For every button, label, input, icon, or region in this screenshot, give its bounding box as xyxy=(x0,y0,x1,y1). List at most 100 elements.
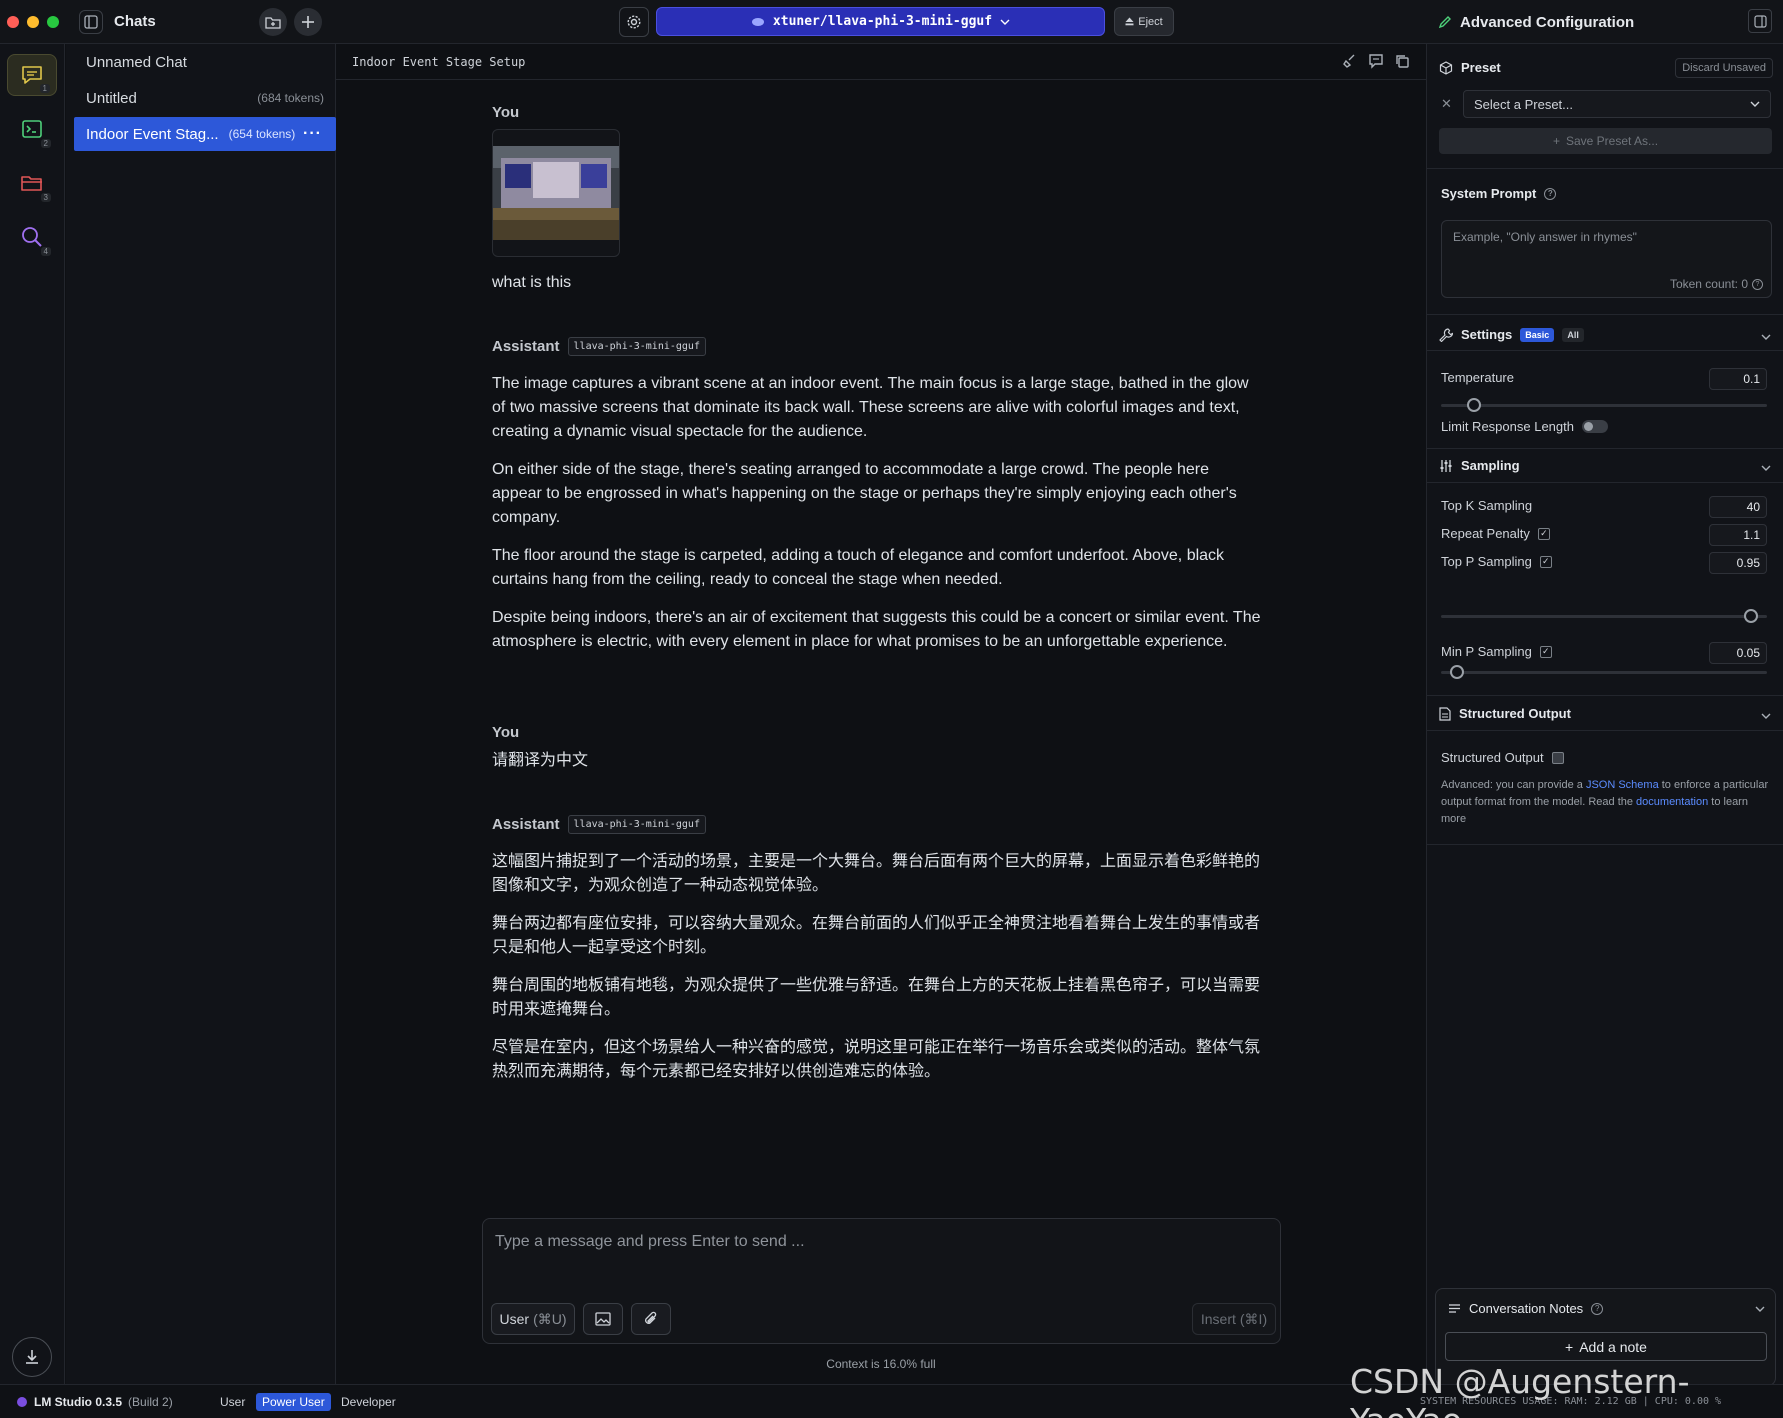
assistant-message: Assistant llava-phi-3-mini-gguf The imag… xyxy=(492,337,1262,654)
document-icon xyxy=(1439,706,1451,721)
topk-input[interactable]: 40 xyxy=(1709,496,1767,518)
chevron-down-icon[interactable] xyxy=(1755,1306,1765,1312)
preset-header: Preset xyxy=(1439,60,1501,75)
divider xyxy=(1427,448,1783,449)
limit-length-toggle[interactable] xyxy=(1581,420,1608,433)
structured-output-checkbox[interactable] xyxy=(1551,751,1564,764)
minp-input[interactable]: 0.05 xyxy=(1709,642,1767,664)
structured-output-header[interactable]: Structured Output xyxy=(1439,706,1571,721)
repeat-penalty-input[interactable]: 1.1 xyxy=(1709,524,1767,546)
chat-main: Indoor Event Stage Setup You what is thi… xyxy=(336,44,1426,1384)
help-icon[interactable]: ? xyxy=(1591,1302,1604,1315)
settings-basic-tab[interactable]: Basic xyxy=(1520,327,1555,342)
chevron-down-icon[interactable] xyxy=(1761,465,1771,471)
mode-developer[interactable]: Developer xyxy=(335,1393,402,1411)
slider-thumb[interactable] xyxy=(1743,609,1758,623)
repeat-penalty-checkbox[interactable]: ✓ xyxy=(1537,527,1550,540)
terminal-icon xyxy=(22,120,42,138)
topp-slider[interactable] xyxy=(1441,609,1767,623)
eject-button[interactable]: Eject xyxy=(1114,7,1174,36)
divider xyxy=(1427,482,1783,483)
json-schema-link[interactable]: JSON Schema xyxy=(1586,779,1659,791)
more-options-icon[interactable]: ··· xyxy=(303,125,322,143)
chat-list-item[interactable]: Untitled (684 tokens) xyxy=(74,81,336,115)
rail-search-button[interactable]: 4 xyxy=(7,216,57,258)
preset-select-value: Select a Preset... xyxy=(1474,96,1573,112)
message-paragraph: The image captures a vibrant scene at an… xyxy=(492,375,1249,440)
temperature-input[interactable]: 0.1 xyxy=(1709,368,1767,390)
system-prompt-header: System Prompt ? xyxy=(1441,186,1557,201)
structured-output-field-label: Structured Output xyxy=(1441,750,1544,765)
model-settings-button[interactable] xyxy=(619,7,649,37)
pencil-icon xyxy=(1438,16,1451,29)
settings-all-tab[interactable]: All xyxy=(1562,327,1584,342)
chat-title-heading[interactable]: Indoor Event Stage Setup xyxy=(352,55,525,69)
discard-unsaved-button[interactable]: Discard Unsaved xyxy=(1675,58,1773,78)
toggle-sidebar-button[interactable] xyxy=(79,10,103,34)
topk-label: Top K Sampling xyxy=(1441,498,1533,513)
save-preset-button[interactable]: + Save Preset As... xyxy=(1439,128,1772,154)
paperclip-icon xyxy=(645,1311,657,1324)
help-icon[interactable]: ? xyxy=(1752,278,1763,290)
minp-slider[interactable] xyxy=(1441,665,1767,679)
composer-placeholder[interactable]: Type a message and press Enter to send .… xyxy=(495,1233,805,1251)
copy-icon[interactable] xyxy=(1394,53,1410,69)
sampling-header[interactable]: Sampling xyxy=(1439,458,1520,473)
chats-title: Chats xyxy=(114,13,156,30)
advanced-config-title: Advanced Configuration xyxy=(1460,13,1635,31)
downloads-button[interactable] xyxy=(12,1337,52,1377)
chat-list-item-selected[interactable]: Indoor Event Stag... (654 tokens) ··· xyxy=(74,117,336,151)
message-role: You xyxy=(492,104,520,121)
close-window-button[interactable] xyxy=(7,16,19,28)
topp-label: Top P Sampling xyxy=(1441,554,1532,569)
broom-icon[interactable] xyxy=(1342,53,1358,69)
new-chat-button[interactable] xyxy=(294,8,322,36)
new-folder-button[interactable] xyxy=(259,8,287,36)
minp-checkbox[interactable]: ✓ xyxy=(1539,645,1552,658)
help-icon[interactable]: ? xyxy=(1544,187,1557,200)
token-count-row: Token count: 0 ? xyxy=(1670,277,1763,291)
search-icon xyxy=(22,227,42,247)
settings-header[interactable]: Settings Basic All xyxy=(1439,327,1584,342)
attach-file-button[interactable] xyxy=(631,1303,671,1335)
stage-photo-thumbnail xyxy=(493,146,619,240)
insert-button[interactable]: Insert (⌘I) xyxy=(1192,1303,1276,1335)
plus-icon: + xyxy=(1565,1338,1574,1355)
temperature-slider[interactable] xyxy=(1441,398,1767,412)
chat-notes-icon[interactable] xyxy=(1368,53,1384,69)
rail-badge: 3 xyxy=(40,193,51,202)
message-composer[interactable]: Type a message and press Enter to send .… xyxy=(482,1218,1281,1344)
structured-output-label: Structured Output xyxy=(1459,706,1571,721)
role-button-label: User xyxy=(499,1311,530,1327)
topp-input[interactable]: 0.95 xyxy=(1709,552,1767,574)
user-message: You what is this xyxy=(492,104,1262,295)
divider xyxy=(1427,314,1783,315)
maximize-window-button[interactable] xyxy=(47,16,59,28)
chat-list-item[interactable]: Unnamed Chat xyxy=(74,45,336,79)
documentation-link[interactable]: documentation xyxy=(1636,796,1708,808)
attached-image[interactable] xyxy=(492,129,620,257)
chevron-down-icon[interactable] xyxy=(1761,713,1771,719)
slider-thumb[interactable] xyxy=(1466,398,1481,412)
chat-title: Unnamed Chat xyxy=(86,53,187,71)
add-note-button[interactable]: + Add a note xyxy=(1445,1332,1767,1361)
mode-user[interactable]: User xyxy=(214,1393,251,1411)
clear-preset-icon[interactable]: ✕ xyxy=(1441,96,1452,112)
collapse-panel-button[interactable] xyxy=(1748,9,1772,33)
chevron-down-icon[interactable] xyxy=(1761,334,1771,340)
rail-models-button[interactable]: 3 xyxy=(7,162,57,204)
save-preset-label: Save Preset As... xyxy=(1565,134,1659,148)
slider-thumb[interactable] xyxy=(1450,665,1465,679)
rail-chat-button[interactable]: 1 xyxy=(7,54,57,96)
system-prompt-input[interactable]: Example, "Only answer in rhymes" Token c… xyxy=(1441,220,1772,298)
model-selector[interactable]: xtuner/llava-phi-3-mini-gguf xyxy=(656,7,1105,36)
advanced-config-header: Advanced Configuration xyxy=(1426,0,1634,44)
mode-power-user[interactable]: Power User xyxy=(256,1393,331,1411)
minimize-window-button[interactable] xyxy=(27,16,39,28)
topp-checkbox[interactable]: ✓ xyxy=(1539,555,1552,568)
preset-select[interactable]: Select a Preset... xyxy=(1463,90,1771,118)
conversation-notes-header: Conversation Notes ? xyxy=(1448,1301,1604,1316)
rail-developer-button[interactable]: 2 xyxy=(7,108,57,150)
attach-image-button[interactable] xyxy=(583,1303,623,1335)
role-toggle-button[interactable]: User (⌘U) xyxy=(491,1303,575,1335)
